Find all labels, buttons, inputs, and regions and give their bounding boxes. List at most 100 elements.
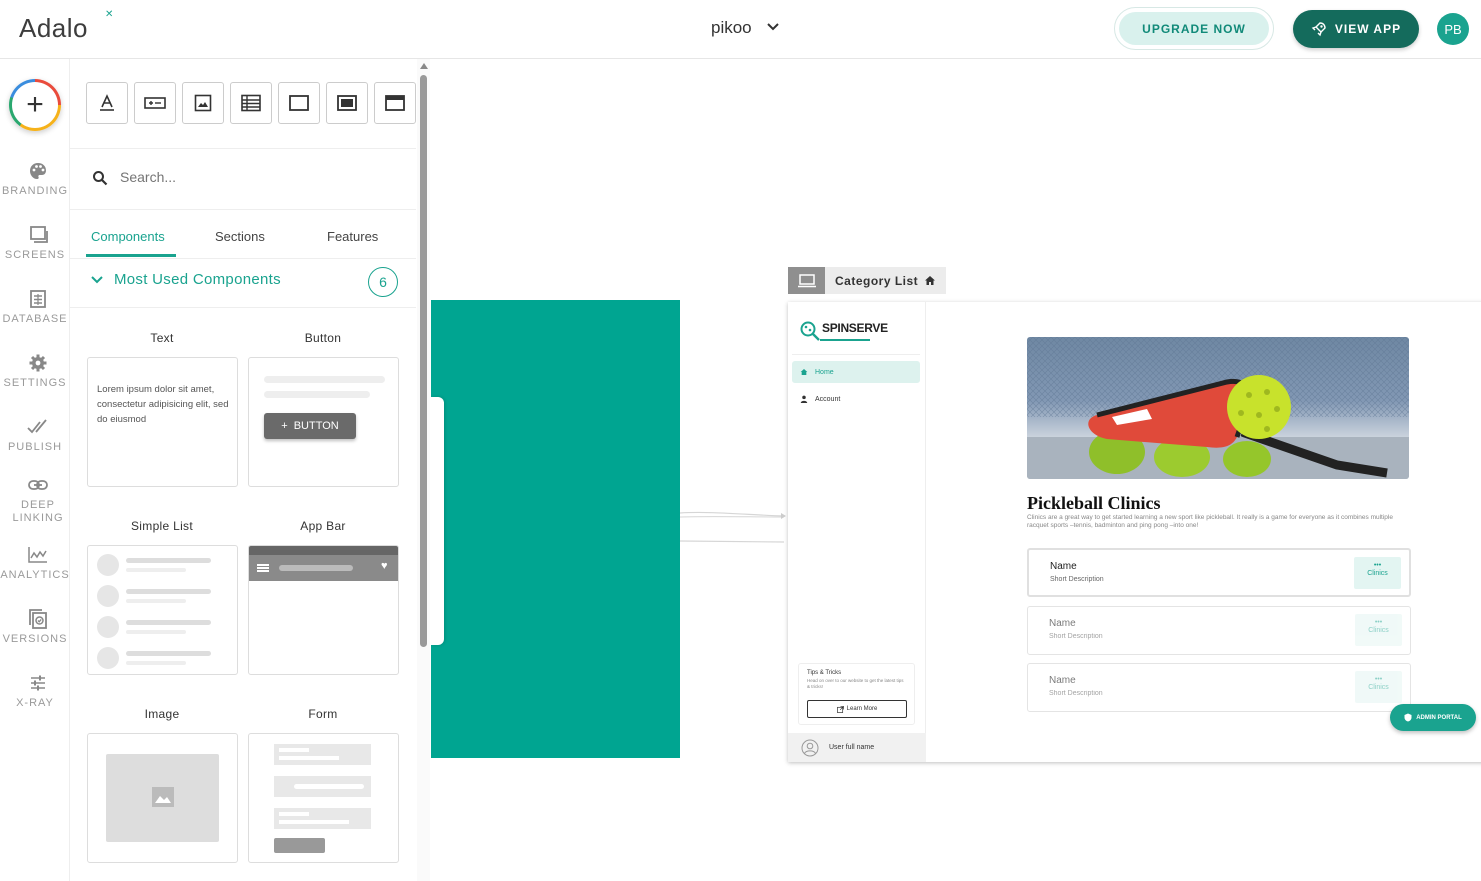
preview-description: Clinics are a great way to get started l… xyxy=(1027,514,1393,529)
admin-portal-button[interactable]: ADMIN PORTAL xyxy=(1390,704,1476,731)
rail-item-database[interactable]: DATABASE xyxy=(0,288,76,326)
chevron-down-icon xyxy=(91,276,103,284)
clinics-label: Clinics xyxy=(1368,684,1389,691)
tab-features[interactable]: Features xyxy=(327,229,378,244)
home-icon xyxy=(800,369,808,375)
component-search-input[interactable] xyxy=(120,169,400,185)
most-used-section-header[interactable]: Most Used Components xyxy=(90,271,281,288)
component-card-text[interactable]: Lorem ipsum dolor sit amet, consectetur … xyxy=(87,357,238,487)
admin-portal-label: ADMIN PORTAL xyxy=(1416,714,1462,721)
button-preview-label: BUTTON xyxy=(293,420,339,432)
tab-components[interactable]: Components xyxy=(91,229,165,244)
rocket-icon xyxy=(1311,22,1326,37)
chevron-down-icon[interactable] xyxy=(766,20,780,34)
rail-item-branding[interactable]: BRANDING xyxy=(0,160,76,198)
list-tool-button[interactable] xyxy=(230,82,272,124)
add-component-button[interactable]: + xyxy=(9,79,61,131)
view-app-button[interactable]: VIEW APP xyxy=(1293,10,1419,48)
component-panel: Components Sections Features Most Used C… xyxy=(70,59,430,881)
database-icon xyxy=(30,290,46,308)
component-card-button[interactable]: + BUTTON xyxy=(248,357,399,487)
rail-label: VERSIONS xyxy=(2,633,68,645)
xray-icon xyxy=(31,675,45,691)
tips-card: Tips & Tricks Head on over to our websit… xyxy=(798,663,915,725)
divider xyxy=(70,307,416,308)
versions-icon xyxy=(29,609,47,629)
preview-user-row[interactable]: User full name xyxy=(788,733,926,762)
placeholder-bar xyxy=(264,376,385,383)
divider xyxy=(70,209,416,210)
rectangle-tool-button[interactable] xyxy=(278,82,320,124)
image-tool-icon xyxy=(194,94,212,112)
tab-sections[interactable]: Sections xyxy=(215,229,265,244)
panel-scrollbar[interactable] xyxy=(417,59,430,881)
clinics-tag[interactable]: ••• Clinics xyxy=(1354,557,1401,589)
form-tool-button[interactable] xyxy=(326,82,368,124)
external-link-icon xyxy=(836,705,844,713)
card-name: Name xyxy=(1050,561,1077,572)
teal-screen-thumbnail[interactable] xyxy=(431,300,680,758)
text-tool-button[interactable] xyxy=(86,82,128,124)
rail-item-settings[interactable]: SETTINGS xyxy=(0,352,76,390)
person-icon xyxy=(800,395,808,403)
preview-brand: SPINSERVE xyxy=(822,321,888,335)
rail-item-deep-linking[interactable]: DEEP LINKING xyxy=(0,474,76,525)
preview-nav-home[interactable]: Home xyxy=(792,361,920,383)
builder-canvas[interactable]: Category List SPINSERVE Home Account Tip… xyxy=(431,59,1481,881)
scroll-up-arrow[interactable] xyxy=(420,63,428,69)
component-card-form[interactable] xyxy=(248,733,399,863)
preview-list-card[interactable]: Name Short Description ••• Clinics xyxy=(1027,663,1411,712)
clinics-label: Clinics xyxy=(1368,627,1389,634)
analytics-icon xyxy=(28,547,47,563)
text-preview: Lorem ipsum dolor sit amet, consectetur … xyxy=(97,384,229,425)
user-name-label: User full name xyxy=(829,744,875,751)
button-preview: + BUTTON xyxy=(264,413,356,439)
component-label-text: Text xyxy=(150,331,174,345)
component-label-simple-list: Simple List xyxy=(131,519,193,533)
preview-title: Pickleball Clinics xyxy=(1027,493,1161,513)
component-card-app-bar[interactable]: ♥ xyxy=(248,545,399,675)
screen-title-bar[interactable]: Category List xyxy=(788,267,947,294)
appbar-tool-button[interactable] xyxy=(374,82,416,124)
rail-item-xray[interactable]: X-RAY xyxy=(0,672,76,710)
shield-icon xyxy=(1404,713,1412,722)
learn-more-button[interactable]: Learn More xyxy=(807,700,907,718)
upgrade-now-button[interactable]: UPGRADE NOW xyxy=(1114,7,1274,50)
palette-icon xyxy=(30,163,46,179)
rail-item-versions[interactable]: VERSIONS xyxy=(0,608,76,646)
screen-preview-category-list[interactable]: SPINSERVE Home Account Tips & Tricks Hea… xyxy=(788,302,1481,762)
user-avatar[interactable]: PB xyxy=(1437,13,1469,45)
rail-item-analytics[interactable]: ANALYTICS xyxy=(0,544,76,582)
form-tool-icon xyxy=(337,95,357,111)
component-card-simple-list[interactable] xyxy=(87,545,238,675)
rail-item-screens[interactable]: SCREENS xyxy=(0,224,76,262)
panel-collapse-handle[interactable] xyxy=(431,397,444,645)
upgrade-now-label: UPGRADE NOW xyxy=(1119,12,1269,45)
top-bar: Adalo ✕ pikoo UPGRADE NOW VIEW APP PB xyxy=(0,0,1481,59)
image-icon xyxy=(152,787,174,807)
card-name: Name xyxy=(1049,675,1076,686)
image-tool-button[interactable] xyxy=(182,82,224,124)
adalo-logo[interactable]: Adalo ✕ xyxy=(19,9,113,44)
logo-text: Adalo xyxy=(19,13,88,43)
preview-nav-account[interactable]: Account xyxy=(792,388,920,410)
app-name[interactable]: pikoo xyxy=(711,18,752,38)
button-tool-button[interactable] xyxy=(134,82,176,124)
preview-list-card[interactable]: Name Short Description ••• Clinics xyxy=(1027,606,1411,655)
divider xyxy=(70,148,416,149)
link-icon xyxy=(28,480,48,490)
rail-item-publish[interactable]: PUBLISH xyxy=(0,416,76,454)
divider xyxy=(70,258,416,259)
preview-list-card[interactable]: Name Short Description ••• Clinics xyxy=(1027,548,1411,597)
text-tool-icon xyxy=(100,94,114,111)
rail-label: SCREENS xyxy=(4,249,66,261)
clinics-tag[interactable]: ••• Clinics xyxy=(1355,614,1402,646)
component-label-form: Form xyxy=(308,707,338,721)
scrollbar-thumb[interactable] xyxy=(420,75,427,647)
section-title: Most Used Components xyxy=(114,271,281,288)
rail-label: DATABASE xyxy=(2,313,68,325)
clinics-tag[interactable]: ••• Clinics xyxy=(1355,671,1402,703)
rectangle-tool-icon xyxy=(289,95,309,111)
home-icon xyxy=(925,276,936,285)
component-card-image[interactable] xyxy=(87,733,238,863)
